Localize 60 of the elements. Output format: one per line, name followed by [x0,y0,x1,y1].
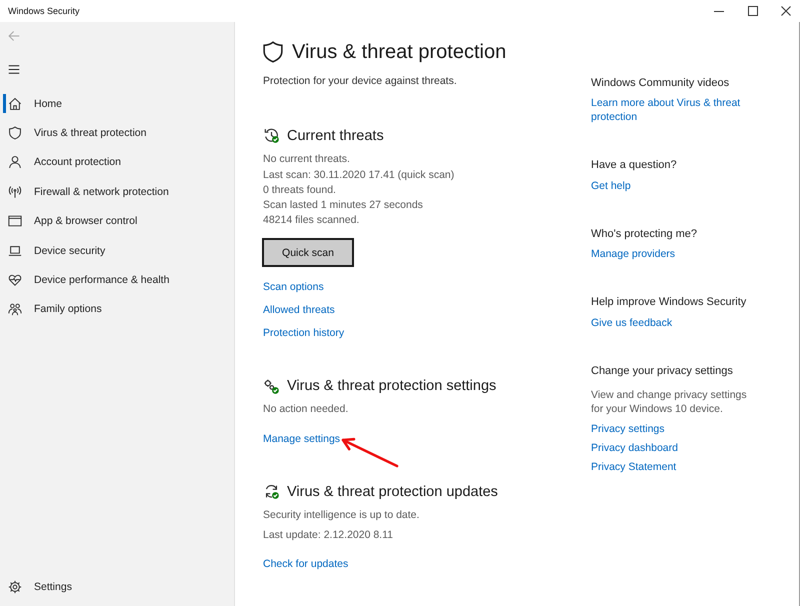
side-heading: Help improve Windows Security [591,295,746,310]
side-link[interactable]: Privacy settings [591,422,665,436]
side-link[interactable]: Privacy dashboard [591,441,678,455]
settings-nav-item[interactable]: Settings [0,572,76,602]
status-text: No current threats. [263,152,351,166]
action-link[interactable]: Scan options [263,279,324,295]
detail-text: Last scan: 30.11.2020 17.41 (quick scan) [263,168,456,182]
heart-pulse-icon [8,273,22,288]
arrow-left-icon [7,30,21,42]
side-description: View and change privacy settings for your Windows 10 device. [591,388,748,416]
shield-icon [263,41,283,63]
action-link[interactable]: Protection history [263,325,344,341]
laptop-icon [8,244,22,258]
action-link[interactable]: Check for updates [263,556,348,572]
section-title: Virus & threat protection settings [287,377,496,396]
detail-text: 48214 files scanned. [263,212,360,228]
nav-item[interactable]: Home [0,89,66,118]
maximize-icon [748,6,758,16]
people-icon [8,302,22,316]
nav-item[interactable]: Device security [0,236,110,266]
gears-check-icon [264,378,279,394]
window-title: Windows Security [7,6,80,16]
minimize-icon [714,10,724,12]
side-link[interactable]: Privacy Statement [591,460,676,474]
home-icon [8,96,22,111]
section-title: Current threats [287,126,384,146]
side-link[interactable]: Give us feedback [591,316,672,330]
nav-item[interactable]: Device performance & health [0,265,174,295]
side-heading: Change your privacy settings [591,364,733,378]
status-text: Security intelligence is up to date. [263,508,420,522]
page-subtitle: Protection for your device against threats. [263,74,458,89]
nav-item[interactable]: App & browser control [0,206,142,236]
status-text: No action needed. [263,402,350,417]
detail-text: Last update: 2.12.2020 8.11 [263,528,394,542]
menu-icon [7,64,21,74]
browser-window-icon [8,214,22,228]
detail-text: Scan lasted 1 minutes 27 seconds [263,198,424,212]
page-title: Virus & threat protection [292,40,506,65]
history-check-icon [264,128,279,143]
shield-icon [8,126,22,140]
refresh-check-icon [264,484,279,499]
action-link[interactable]: Allowed threats [263,302,335,318]
side-link[interactable]: Manage providers [591,247,676,261]
side-link[interactable]: Learn more about Virus & threat protection [591,96,751,124]
detail-text: 0 threats found. [263,182,337,198]
nav-item[interactable]: Virus & threat protection [0,118,150,148]
section-title: Virus & threat protection updates [287,482,498,502]
side-heading: Windows Community videos [591,76,730,90]
nav-item[interactable]: Firewall & network protection [0,177,173,207]
quick-scan-button[interactable]: Quick scan [262,238,354,267]
side-heading: Have a question? [591,158,677,173]
side-heading: Who's protecting me? [591,226,698,242]
action-link[interactable]: Manage settings [263,430,340,446]
nav-item[interactable]: Family options [0,294,106,324]
settings-icon [8,580,22,594]
person-icon [8,155,22,170]
close-icon [781,6,791,16]
signal-waves-icon [8,184,22,199]
nav-item[interactable]: Account protection [0,148,125,178]
side-link[interactable]: Get help [591,178,631,192]
